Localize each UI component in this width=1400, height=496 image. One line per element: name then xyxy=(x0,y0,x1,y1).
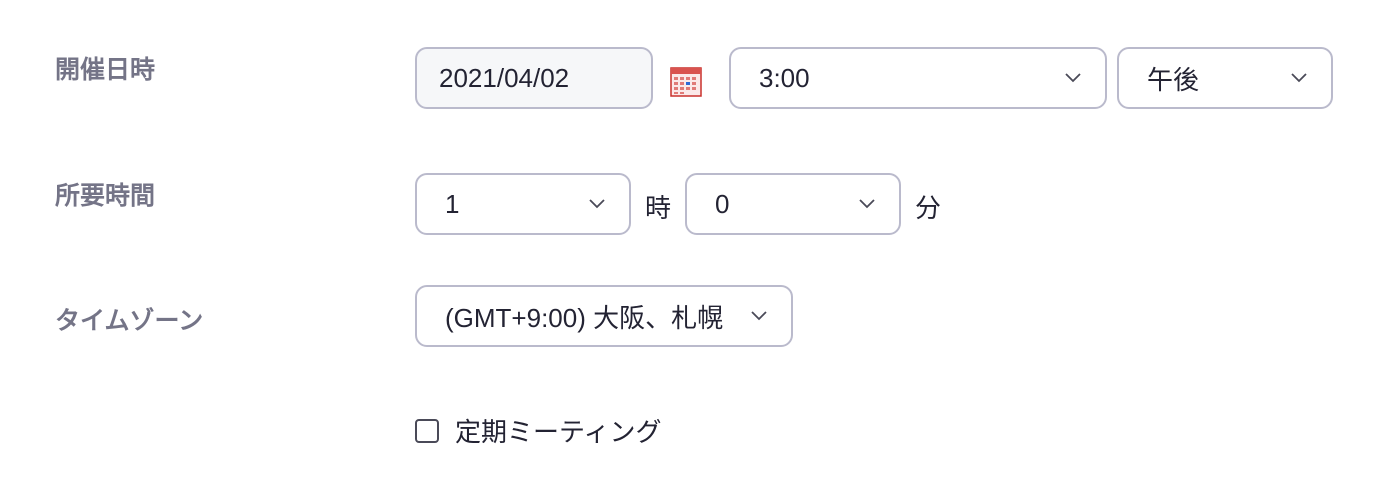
hours-unit-label: 時 xyxy=(645,193,672,223)
duration-minutes-select[interactable]: 0 xyxy=(685,173,901,235)
time-value: 3:00 xyxy=(759,62,810,93)
minutes-unit-label: 分 xyxy=(915,193,942,223)
chevron-down-icon xyxy=(751,311,767,321)
datetime-label: 開催日時 xyxy=(55,56,156,84)
duration-label: 所要時間 xyxy=(55,182,156,210)
date-value: 2021/04/02 xyxy=(439,62,570,93)
ampm-select[interactable]: 午後 xyxy=(1117,47,1333,109)
time-select[interactable]: 3:00 xyxy=(729,47,1107,109)
calendar-icon[interactable] xyxy=(670,65,702,97)
recurring-meeting-label[interactable]: 定期ミーティング xyxy=(455,412,661,449)
date-input[interactable]: 2021/04/02 xyxy=(415,47,653,109)
chevron-down-icon xyxy=(1065,73,1081,83)
timezone-label: タイムゾーン xyxy=(55,307,204,335)
timezone-select[interactable]: (GMT+9:00) 大阪、札幌 xyxy=(415,285,793,347)
duration-hours-select[interactable]: 1 xyxy=(415,173,631,235)
timezone-value: (GMT+9:00) 大阪、札幌 xyxy=(445,302,724,333)
chevron-down-icon xyxy=(859,199,875,209)
recurring-meeting-checkbox[interactable] xyxy=(415,419,439,443)
chevron-down-icon xyxy=(589,199,605,209)
chevron-down-icon xyxy=(1291,73,1307,83)
